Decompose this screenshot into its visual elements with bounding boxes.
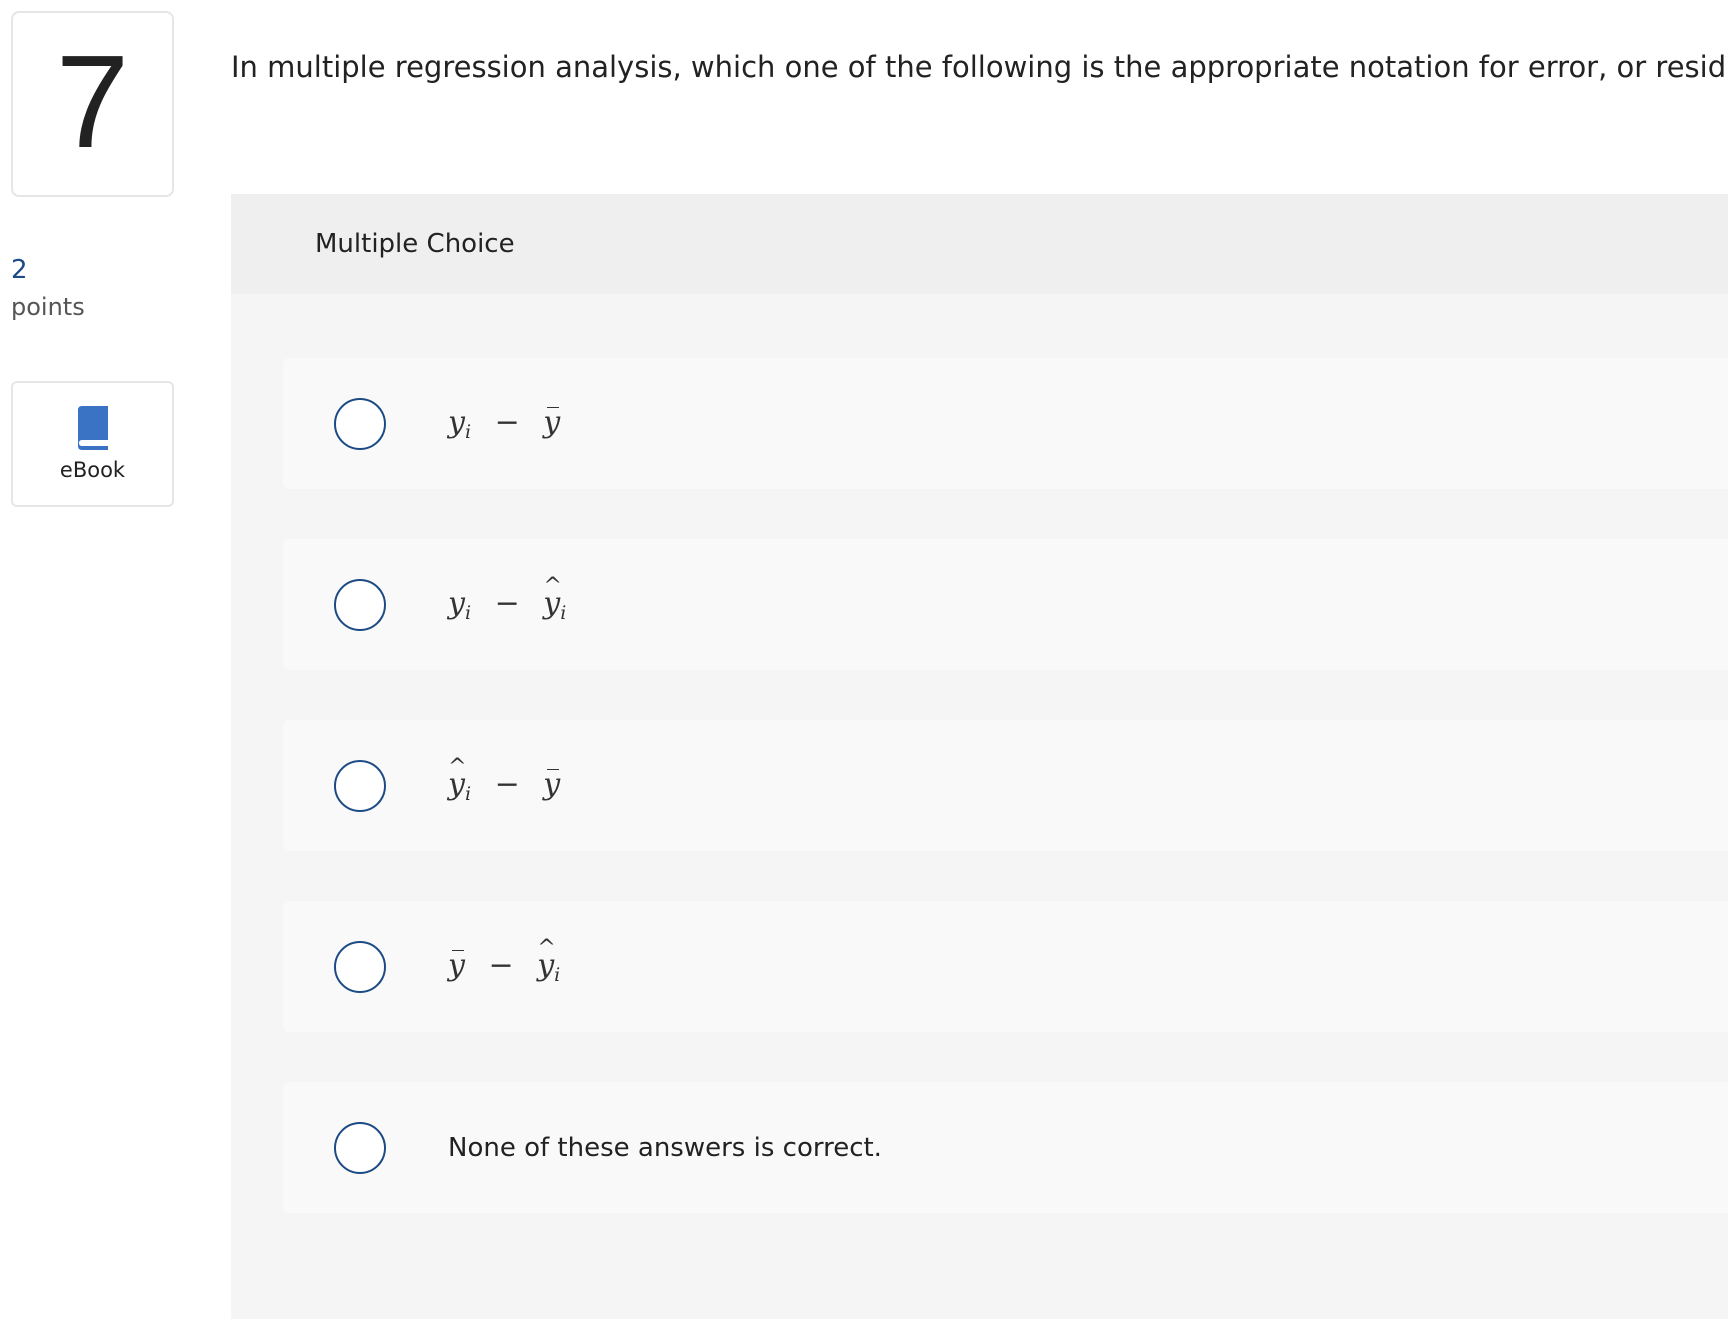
ebook-label: eBook	[59, 458, 126, 482]
option-math: ^ yi − y	[448, 754, 560, 805]
choice-option-4[interactable]: y − ^ yi	[283, 901, 1728, 1032]
option-math: yi − y	[448, 405, 560, 443]
points-info: 2 points	[11, 252, 85, 324]
term-b-symbol: y	[543, 404, 561, 440]
term-a: y	[448, 405, 465, 440]
minus-operator: −	[494, 585, 520, 621]
ebook-button[interactable]: eBook	[11, 381, 174, 507]
term-a-yhat: ^ y	[448, 754, 467, 802]
term-b-yhat: ^ y	[543, 573, 562, 621]
option-math: y − ^ yi	[448, 935, 561, 986]
radio-button[interactable]	[334, 940, 386, 993]
points-value: 2	[11, 255, 28, 285]
book-icon	[77, 406, 108, 450]
term-b-ybar: y	[543, 767, 560, 802]
question-page: 7 2 points eBook In multiple regression …	[0, 0, 1728, 1319]
option-text: None of these answers is correct.	[448, 1132, 882, 1163]
choice-option-5[interactable]: None of these answers is correct.	[283, 1082, 1728, 1213]
radio-button[interactable]	[334, 1121, 386, 1174]
minus-operator: −	[494, 404, 520, 440]
question-number-box: 7	[11, 11, 174, 197]
option-math: yi − ^ yi	[448, 573, 567, 624]
term-a-subscript: i	[464, 782, 472, 805]
minus-operator: −	[494, 766, 520, 802]
choice-option-3[interactable]: ^ yi − y	[283, 720, 1728, 851]
term-a-symbol: y	[448, 404, 465, 440]
radio-button[interactable]	[334, 397, 386, 450]
term-a-subscript: i	[464, 601, 472, 624]
term-b-subscript: i	[560, 601, 567, 624]
term-b-yhat: ^ y	[537, 935, 556, 983]
term-a-ybar: y	[448, 948, 465, 983]
term-a-symbol: y	[448, 585, 465, 621]
question-prompt: In multiple regression analysis, which o…	[231, 50, 1728, 84]
choice-option-1[interactable]: yi − y	[283, 358, 1728, 489]
answer-panel: Multiple Choice yi − y yi − ^yi ^yi −	[231, 194, 1728, 1319]
radio-button[interactable]	[334, 759, 386, 812]
term-b-ybar: y	[543, 405, 560, 440]
term-b-symbol: y	[543, 766, 561, 802]
choice-option-2[interactable]: yi − ^ yi	[283, 539, 1728, 670]
question-number: 7	[55, 28, 130, 175]
radio-button[interactable]	[334, 578, 386, 631]
term-a-subscript: i	[464, 420, 472, 443]
term-b-subscript: i	[554, 963, 561, 986]
minus-operator: −	[488, 947, 514, 983]
term-a-symbol: y	[448, 947, 465, 983]
points-label: points	[11, 292, 85, 321]
term-a: y	[448, 586, 465, 621]
answer-type-header: Multiple Choice	[231, 194, 1728, 294]
